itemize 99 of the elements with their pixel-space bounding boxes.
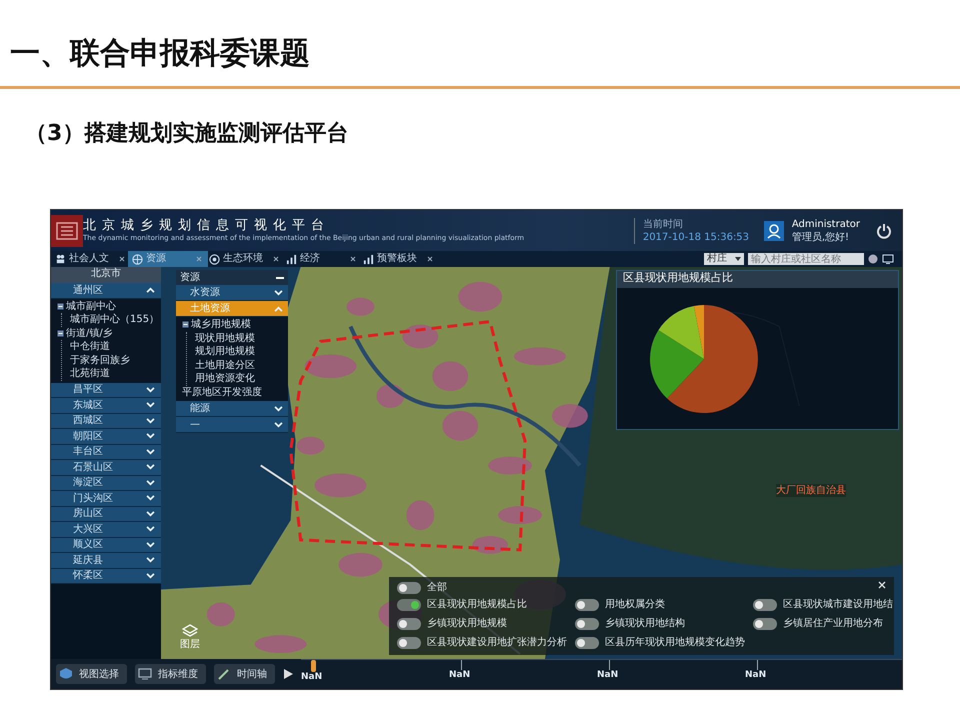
- people-icon: [55, 254, 66, 264]
- tree-item[interactable]: 中仓街道: [70, 340, 110, 354]
- chevron-down-icon[interactable]: [146, 464, 155, 470]
- search-field[interactable]: 输入村庄或社区名称: [748, 253, 864, 265]
- chevron-down-icon[interactable]: [146, 448, 155, 455]
- layer-label: 乡镇现状用地规模: [427, 617, 507, 630]
- category-row[interactable]: 水资源: [176, 285, 288, 301]
- toggle-switch[interactable]: [397, 582, 421, 594]
- layer-label: 用地权属分类: [605, 598, 665, 611]
- toggle-switch[interactable]: [397, 636, 421, 648]
- chevron-down-icon[interactable]: [274, 290, 283, 296]
- timeline-label: NaN: [745, 670, 766, 682]
- toggle-switch[interactable]: [753, 598, 777, 610]
- chevron-down-icon[interactable]: [146, 386, 155, 393]
- tree-item[interactable]: 平原地区开发强度: [182, 386, 262, 399]
- chevron-down-icon[interactable]: [146, 526, 155, 532]
- timeline-label: NaN: [449, 670, 470, 682]
- sidebar-title: 北京市: [91, 268, 121, 279]
- caret-icon: [735, 257, 741, 261]
- tab[interactable]: 社会人文: [51, 251, 131, 267]
- tree-item[interactable]: 土地用途分区: [195, 358, 255, 372]
- layer-label: 全部: [427, 581, 447, 594]
- toggle-switch[interactable]: [753, 618, 777, 630]
- chevron-down-icon[interactable]: [146, 433, 155, 440]
- layer-label: 区县现状用地规模占比: [427, 598, 527, 611]
- layer-label: 区县现状建设用地扩张潜力分析: [427, 636, 567, 649]
- logo-icon: [51, 214, 83, 246]
- collapse-box-icon[interactable]: [57, 330, 64, 337]
- tree-item[interactable]: 城市副中心: [66, 300, 116, 313]
- chevron-down-icon[interactable]: [146, 510, 155, 517]
- bar-chart-icon: [286, 254, 297, 264]
- slide-subtitle: （3）搭建规划实施监测评估平台: [25, 120, 348, 148]
- chevron-up-icon[interactable]: [146, 287, 155, 294]
- tab[interactable]: 生态环境: [205, 251, 285, 267]
- layers-icon: [182, 624, 198, 638]
- close-icon[interactable]: [119, 256, 125, 262]
- tree-item[interactable]: 城乡用地规模: [191, 318, 251, 332]
- tree-item[interactable]: 北苑街道: [70, 367, 110, 380]
- chevron-down-icon[interactable]: [146, 480, 155, 486]
- chevron-down-icon[interactable]: [274, 406, 283, 412]
- tree-item[interactable]: 于家务回族乡: [70, 354, 130, 367]
- close-icon[interactable]: [273, 256, 279, 262]
- layer-label: 乡镇居住产业用地分布: [783, 617, 883, 630]
- category-row[interactable]: —: [176, 417, 288, 433]
- chevron-down-icon[interactable]: [146, 402, 155, 408]
- dropdown[interactable]: 村庄: [704, 253, 744, 265]
- tab[interactable]: 资源: [128, 251, 208, 267]
- monitor-icon[interactable]: [882, 254, 894, 264]
- minimize-icon[interactable]: [276, 276, 284, 278]
- tree-item[interactable]: 街道/镇/乡: [66, 326, 113, 340]
- user-greeting: 管理员,您好!: [792, 230, 850, 244]
- tab[interactable]: 经济: [282, 251, 362, 267]
- layer-label: 区县现状城市建设用地结: [783, 598, 893, 611]
- bar-chart-icon: [363, 254, 374, 264]
- chevron-down-icon[interactable]: [146, 495, 155, 502]
- tree-item[interactable]: 用地资源变化: [195, 372, 255, 386]
- app-title: 北京城乡规划信息可视化平台: [83, 218, 330, 234]
- pen-icon: [217, 667, 231, 681]
- tree-item[interactable]: 规划用地规模: [195, 345, 255, 358]
- chevron-down-icon[interactable]: [146, 557, 155, 564]
- toolbar-button[interactable]: 视图选择: [56, 664, 127, 684]
- panel-title: 资源: [180, 271, 200, 284]
- time-label: 当前时间: [642, 218, 683, 230]
- slide-title: 一、联合申报科委课题: [10, 36, 310, 72]
- toolbar-button[interactable]: 时间轴: [214, 664, 275, 684]
- chevron-down-icon[interactable]: [146, 542, 155, 548]
- power-icon[interactable]: [876, 222, 892, 238]
- category-row[interactable]: 能源: [176, 401, 288, 417]
- close-icon[interactable]: [427, 256, 433, 262]
- timeline-marker[interactable]: [311, 660, 316, 672]
- toolbar-button[interactable]: 指标维度: [135, 664, 206, 684]
- collapse-box-icon[interactable]: [182, 321, 189, 328]
- close-icon[interactable]: [350, 256, 356, 262]
- collapse-box-icon[interactable]: [57, 302, 64, 310]
- tab[interactable]: 预警板块: [359, 251, 439, 267]
- play-icon[interactable]: [283, 669, 293, 679]
- shield-icon: [59, 667, 73, 681]
- tree-item[interactable]: 城市副中心（155）: [70, 313, 160, 326]
- chart-title: 区县现状用地规模占比: [623, 271, 733, 284]
- layer-label: 乡镇现状用地结构: [605, 617, 685, 630]
- layers-button[interactable]: 图层: [173, 624, 207, 651]
- timeline-label: NaN: [301, 672, 322, 684]
- map-label: 大厂回族自治县: [776, 484, 846, 497]
- monitor-icon: [138, 667, 152, 681]
- user-avatar-icon[interactable]: [764, 220, 784, 240]
- user-name: Administrator: [792, 218, 860, 230]
- tree-item[interactable]: 现状用地规模: [195, 332, 255, 345]
- chevron-down-icon[interactable]: [146, 572, 155, 579]
- toggle-switch[interactable]: [575, 636, 599, 648]
- toggle-switch[interactable]: [575, 598, 599, 610]
- timeline-label: NaN: [597, 670, 618, 682]
- chevron-down-icon[interactable]: [146, 418, 155, 424]
- chevron-down-icon[interactable]: [274, 422, 283, 428]
- toggle-switch[interactable]: [397, 598, 421, 610]
- current-time: 2017-10-18 15:36:53: [642, 230, 750, 244]
- toggle-switch[interactable]: [397, 618, 421, 630]
- circle-icon: [209, 254, 220, 264]
- layer-label: 区县历年现状用地规模变化趋势: [605, 636, 745, 649]
- toggle-switch[interactable]: [575, 618, 599, 630]
